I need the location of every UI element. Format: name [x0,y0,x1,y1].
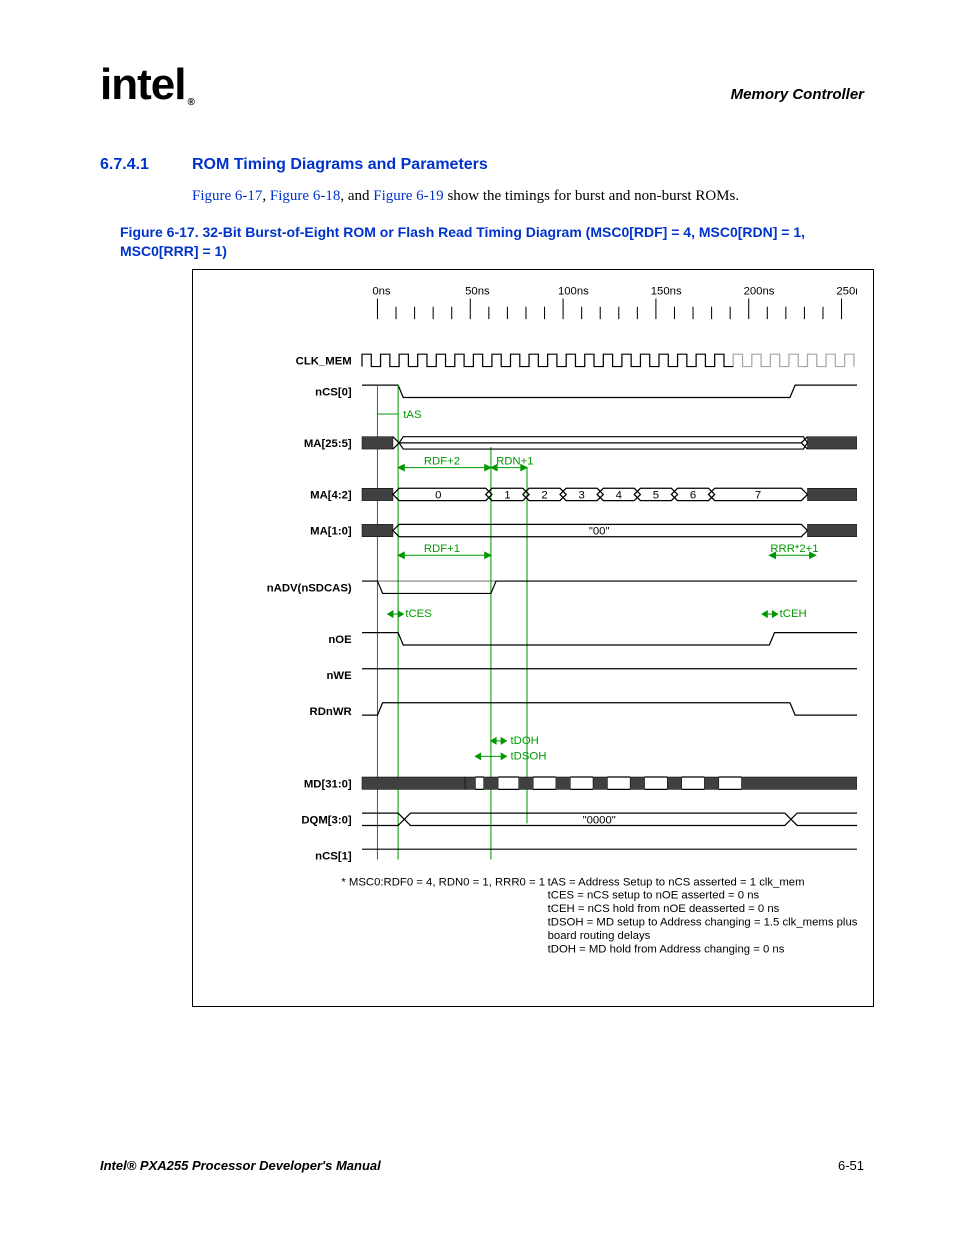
svg-text:DQM[3:0]: DQM[3:0] [301,814,352,826]
svg-text:nCS[0]: nCS[0] [315,386,352,398]
svg-text:RDF+2: RDF+2 [424,455,460,467]
svg-text:tCEH = nCS hold from nOE deass: tCEH = nCS hold from nOE deasserted = 0 … [548,903,780,915]
svg-text:RDF+1: RDF+1 [424,543,460,555]
svg-text:tCES = nCS setup to nOE assert: tCES = nCS setup to nOE asserted = 0 ns [548,889,760,901]
svg-text:4: 4 [616,489,622,501]
svg-text:6: 6 [690,489,696,501]
footer-page-number: 6-51 [838,1158,864,1173]
svg-text:nADV(nSDCAS): nADV(nSDCAS) [267,582,352,594]
svg-text:1: 1 [504,489,510,501]
svg-text:RRR*2+1: RRR*2+1 [770,543,818,555]
svg-text:tCES: tCES [405,608,432,620]
header-chapter-title: Memory Controller [731,86,864,103]
section-title: ROM Timing Diagrams and Parameters [192,156,488,174]
svg-text:"0000": "0000" [583,814,616,826]
svg-text:CLK_MEM: CLK_MEM [296,355,352,367]
svg-text:MA[1:0]: MA[1:0] [310,525,352,537]
svg-text:RDnWR: RDnWR [310,706,352,718]
svg-text:0: 0 [435,489,441,501]
svg-text:tAS = Address Setup to nCS ass: tAS = Address Setup to nCS asserted = 1 … [548,876,805,888]
svg-text:tCEH: tCEH [780,608,807,620]
svg-text:nOE: nOE [328,634,352,646]
svg-text:50ns: 50ns [465,285,490,297]
svg-text:3: 3 [579,489,585,501]
figure-caption: Figure 6-17. 32-Bit Burst-of-Eight ROM o… [120,223,864,261]
svg-text:"00": "00" [589,525,610,537]
svg-text:tDOH = MD hold from Address ch: tDOH = MD hold from Address changing = 0… [548,943,785,955]
intro-paragraph: Figure 6-17, Figure 6-18, and Figure 6-1… [192,188,864,205]
svg-text:nWE: nWE [327,670,353,682]
svg-text:MA[4:2]: MA[4:2] [310,489,352,501]
svg-text:2: 2 [541,489,547,501]
svg-text:* MSC0:RDF0 = 4, RDN0 = 1, RRR: * MSC0:RDF0 = 4, RDN0 = 1, RRR0 = 1 [341,876,545,888]
svg-text:nCS[1]: nCS[1] [315,850,352,862]
svg-text:5: 5 [653,489,659,501]
timing-diagram: 0ns 50ns 100ns 150ns 200ns 250ns [192,269,874,1008]
svg-text:MA[25:5]: MA[25:5] [304,438,352,450]
svg-text:7: 7 [755,489,761,501]
footer-manual-title: Intel® PXA255 Processor Developer's Manu… [100,1158,381,1173]
link-fig-6-19[interactable]: Figure 6-19 [373,188,443,204]
link-fig-6-17[interactable]: Figure 6-17 [192,188,262,204]
svg-text:tDOH: tDOH [511,735,539,747]
svg-text:MD[31:0]: MD[31:0] [304,778,352,790]
svg-text:RDN+1: RDN+1 [496,455,533,467]
svg-text:0ns: 0ns [372,285,391,297]
svg-text:tAS: tAS [403,409,422,421]
intel-logo: intel® [100,60,192,110]
svg-text:100ns: 100ns [558,285,589,297]
svg-text:250ns: 250ns [836,285,857,297]
svg-text:tDSOH: tDSOH [511,750,547,762]
svg-text:tDSOH = MD setup to Address ch: tDSOH = MD setup to Address changing = 1… [548,916,857,928]
link-fig-6-18[interactable]: Figure 6-18 [270,188,340,204]
svg-text:200ns: 200ns [744,285,775,297]
svg-text:board routing delays: board routing delays [548,930,651,942]
section-number: 6.7.4.1 [100,156,192,174]
svg-text:150ns: 150ns [651,285,682,297]
